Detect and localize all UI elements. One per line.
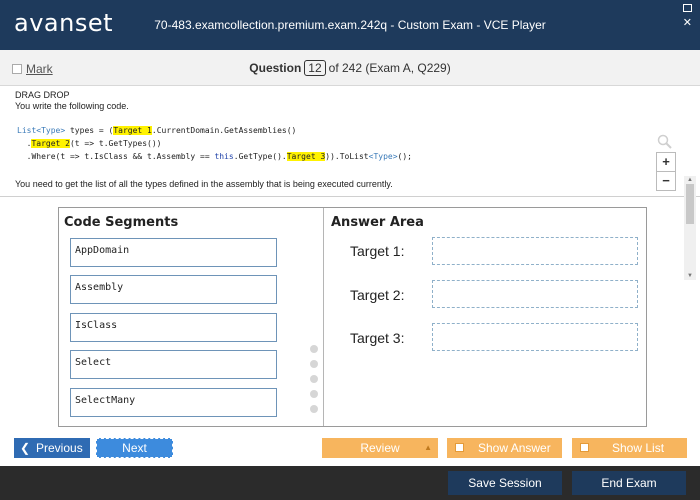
chevron-left-icon: ❮	[20, 441, 31, 455]
target-1-dropzone[interactable]	[432, 237, 638, 265]
question-counter: Question 12 of 242 (Exam A, Q229)	[0, 60, 700, 76]
end-exam-button[interactable]: End Exam	[572, 471, 686, 495]
code-token: .	[17, 139, 32, 148]
show-list-button[interactable]: Show List	[572, 438, 687, 458]
close-icon[interactable]: ✕	[683, 18, 692, 29]
question-number-input[interactable]: 12	[304, 60, 326, 76]
code-token: <Type>	[368, 152, 398, 161]
target-2-label: Target 2:	[350, 287, 405, 303]
drag-drop-exhibit: Code Segments AppDomain Assembly IsClass…	[58, 207, 647, 427]
code-target-2: Target 2	[31, 139, 70, 148]
window-title: 70-483.examcollection.premium.exam.242q …	[154, 18, 546, 32]
answer-area-title: Answer Area	[331, 215, 424, 230]
target-2-dropzone[interactable]	[432, 280, 638, 308]
code-token: .CurrentDomain.GetAssemblies()	[151, 126, 297, 135]
question-task: You need to get the list of all the type…	[15, 179, 393, 189]
question-of-label: of 242 (Exam A, Q229)	[328, 61, 451, 75]
code-segments-panel: Code Segments AppDomain Assembly IsClass…	[59, 208, 324, 426]
show-answer-checkbox[interactable]	[455, 443, 464, 452]
target-3-label: Target 3:	[350, 330, 405, 346]
title-bar: avanset 70-483.examcollection.premium.ex…	[0, 0, 700, 50]
scroll-dot	[310, 345, 318, 353]
zoom-in-button[interactable]: +	[656, 152, 676, 172]
save-session-button[interactable]: Save Session	[448, 471, 562, 495]
code-block: List<Type> types = (Target 1.CurrentDoma…	[17, 124, 412, 163]
scroll-thumb[interactable]	[686, 184, 694, 224]
code-target-3: Target 3	[286, 152, 326, 161]
target-1-label: Target 1:	[350, 243, 405, 259]
question-text-area: DRAG DROP You write the following code. …	[0, 86, 700, 280]
target-3-dropzone[interactable]	[432, 323, 638, 351]
answer-area-panel: Answer Area Target 1: Target 2: Target 3…	[326, 208, 646, 426]
show-list-label: Show List	[612, 441, 665, 455]
scroll-up-icon[interactable]: ▲	[684, 176, 696, 184]
code-token: )).ToList	[325, 152, 369, 161]
code-segments-title: Code Segments	[64, 215, 179, 230]
code-token: ();	[397, 152, 412, 161]
show-answer-button[interactable]: Show Answer	[447, 438, 562, 458]
code-segment-isclass[interactable]: IsClass	[70, 313, 277, 342]
bottom-bar: Save Session End Exam	[0, 466, 700, 500]
code-token: (t => t.GetTypes())	[69, 139, 162, 148]
code-token: .GetType().	[233, 152, 287, 161]
previous-label: Previous	[36, 441, 83, 455]
zoom-out-button[interactable]: −	[656, 171, 676, 191]
review-label: Review	[360, 441, 400, 455]
scroll-down-icon[interactable]: ▼	[684, 272, 696, 280]
triangle-up-icon: ▲	[424, 443, 432, 452]
magnifier-icon	[657, 134, 673, 153]
code-token: List<Type>	[17, 126, 66, 135]
review-button[interactable]: Review ▲	[322, 438, 438, 458]
show-list-checkbox[interactable]	[580, 443, 589, 452]
navigation-bar: ❮ Previous Next Review ▲ Show Answer Sho…	[0, 436, 700, 462]
code-keyword: this	[214, 152, 234, 161]
question-label: Question	[249, 61, 302, 75]
question-scrollbar[interactable]: ▲ ▼	[684, 176, 696, 280]
scroll-dot	[310, 375, 318, 383]
code-segment-appdomain[interactable]: AppDomain	[70, 238, 277, 267]
question-type: DRAG DROP	[15, 90, 70, 100]
previous-button[interactable]: ❮ Previous	[14, 438, 90, 458]
maximize-icon[interactable]	[683, 4, 692, 12]
code-target-1: Target 1	[113, 126, 152, 135]
code-segment-assembly[interactable]: Assembly	[70, 275, 277, 304]
scroll-dot	[310, 360, 318, 368]
question-intro: You write the following code.	[15, 101, 129, 111]
code-segment-select[interactable]: Select	[70, 350, 277, 379]
show-answer-label: Show Answer	[478, 441, 551, 455]
question-header: Mark Question 12 of 242 (Exam A, Q229)	[0, 50, 700, 86]
code-token: .Where(t => t.IsClass && t.Assembly ==	[17, 152, 215, 161]
scroll-dot	[310, 390, 318, 398]
code-segment-selectmany[interactable]: SelectMany	[70, 388, 277, 417]
scroll-dot	[310, 405, 318, 413]
code-token: types = (	[65, 126, 114, 135]
next-button[interactable]: Next	[96, 438, 173, 458]
